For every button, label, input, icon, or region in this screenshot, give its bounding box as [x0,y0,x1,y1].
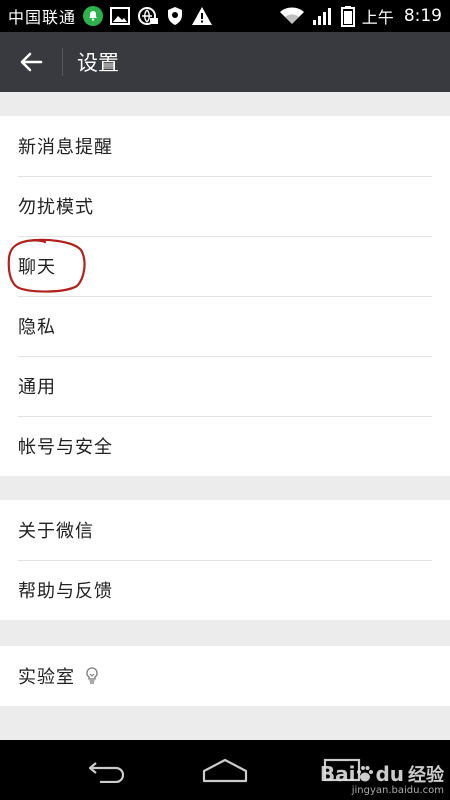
menu-item-label: 关于微信 [18,521,94,542]
time-prefix: 上午 [361,8,394,27]
menu-item-new-message-alerts[interactable]: 新消息提醒 [0,116,450,176]
recents-nav-button[interactable] [307,745,377,795]
menu-item-label: 帮助与反馈 [18,581,113,602]
menu-item-chat[interactable]: 聊天 [0,236,450,296]
home-nav-icon [202,758,248,783]
settings-group-main: 新消息提醒 勿扰模式 聊天 隐私 通用 帐号与安全 [0,116,450,476]
menu-item-label: 勿扰模式 [18,197,94,218]
settings-group-lab: 实验室 [0,646,450,706]
signal-icon [312,6,334,26]
menu-item-do-not-disturb[interactable]: 勿扰模式 [0,176,450,236]
lightbulb-icon [85,667,99,685]
wifi-icon [279,6,305,26]
status-time: 8:19 [403,6,442,26]
menu-item-label: 实验室 [18,667,75,688]
notification-bell-icon [83,6,104,26]
system-nav-bar [0,740,450,800]
battery-icon [340,5,355,27]
back-nav-icon [89,762,125,783]
menu-item-label: 帐号与安全 [18,437,113,458]
image-icon [110,7,131,25]
arrow-left-icon [20,52,43,72]
menu-item-about-wechat[interactable]: 关于微信 [0,500,450,560]
carrier-name: 中国联通 [8,8,77,27]
warning-icon [191,6,213,26]
vpn-icon [137,6,159,26]
home-nav-button[interactable] [190,745,260,795]
settings-toolbar: 设置 [0,32,450,92]
page-title: 设置 [77,51,119,75]
menu-item-help-feedback[interactable]: 帮助与反馈 [0,560,450,620]
menu-item-privacy[interactable]: 隐私 [0,296,450,356]
menu-item-label: 隐私 [18,317,56,338]
back-nav-button[interactable] [73,745,143,795]
toolbar-divider [62,48,63,76]
menu-item-general[interactable]: 通用 [0,356,450,416]
recents-nav-icon [323,758,360,782]
shield-icon [166,6,184,26]
menu-item-account-security[interactable]: 帐号与安全 [0,416,450,476]
menu-item-label: 聊天 [18,257,56,278]
status-bar: 中国联通 上午 8:19 [0,0,450,32]
back-button[interactable] [0,32,62,92]
menu-item-lab[interactable]: 实验室 [0,646,450,706]
menu-item-label: 通用 [18,377,56,398]
settings-group-about: 关于微信 帮助与反馈 [0,500,450,620]
menu-item-label: 新消息提醒 [18,137,113,158]
